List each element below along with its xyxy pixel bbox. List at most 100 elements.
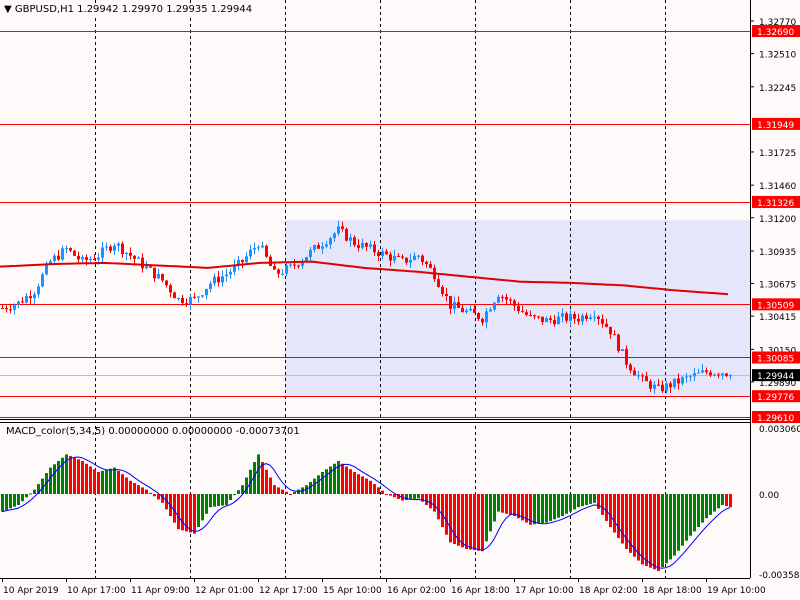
macd-histogram-bar xyxy=(441,494,444,527)
macd-header: MACD_color(5,34,5) 0.00000000 0.00000000… xyxy=(6,426,300,437)
candle-body xyxy=(245,256,248,263)
macd-histogram-bar xyxy=(293,491,296,494)
candle-body xyxy=(285,265,288,274)
candle-body xyxy=(473,308,476,314)
macd-histogram-bar xyxy=(669,494,672,560)
candle-body xyxy=(65,248,68,250)
macd-histogram-bar xyxy=(717,494,720,509)
candle-body xyxy=(85,257,88,261)
macd-tick-label: -0.003586 xyxy=(759,571,800,581)
candle-body xyxy=(141,257,144,269)
macd-histogram-bar xyxy=(141,487,144,494)
candle-body xyxy=(357,245,360,248)
candle-body xyxy=(389,254,392,261)
candle-body xyxy=(549,318,552,320)
macd-histogram-bar xyxy=(85,463,88,494)
macd-histogram-bar xyxy=(589,494,592,504)
macd-histogram-bar xyxy=(561,494,564,516)
candle-body xyxy=(417,255,420,257)
candle-body xyxy=(189,296,192,305)
candle-body xyxy=(361,243,364,248)
macd-histogram-bar xyxy=(229,494,232,501)
macd-histogram-bar xyxy=(109,468,112,494)
macd-histogram-bar xyxy=(481,494,484,552)
price-tick-label: 1.31460 xyxy=(759,182,796,192)
candle-body xyxy=(669,383,672,388)
candle-body xyxy=(77,255,80,260)
candle-body xyxy=(481,318,484,323)
candle-body xyxy=(81,257,84,260)
candle-body xyxy=(225,274,228,277)
candle-body xyxy=(129,252,132,256)
macd-histogram-bar xyxy=(489,494,492,532)
candle-body xyxy=(565,313,568,321)
candle-body xyxy=(613,334,616,336)
candle-body xyxy=(393,255,396,261)
candle-body xyxy=(381,251,384,256)
candle-body xyxy=(665,383,668,392)
macd-histogram-bar xyxy=(569,494,572,512)
candle-body xyxy=(21,301,24,303)
level-price-tag: 1.31949 xyxy=(757,121,794,131)
candle-body xyxy=(41,274,44,287)
time-tick-label: 12 Apr 01:00 xyxy=(195,586,254,596)
macd-histogram-bar xyxy=(117,470,120,494)
candle-body xyxy=(425,261,428,265)
macd-histogram-bar xyxy=(1,494,4,512)
candle-body xyxy=(569,313,572,321)
candle-body xyxy=(689,376,692,378)
candle-body xyxy=(345,228,348,241)
candle-body xyxy=(489,309,492,312)
macd-histogram-bar xyxy=(437,494,440,520)
macd-histogram-bar xyxy=(705,494,708,519)
ohlc-values: 1.29942 1.29970 1.29935 1.29944 xyxy=(77,4,253,15)
candle-body xyxy=(445,293,448,296)
candle-body xyxy=(33,294,36,299)
macd-histogram-bar xyxy=(693,494,696,532)
macd-histogram-bar xyxy=(673,494,676,556)
candle-body xyxy=(37,286,40,295)
macd-histogram-bar xyxy=(173,494,176,523)
macd-histogram-bar xyxy=(125,477,128,494)
macd-histogram-bar xyxy=(533,494,536,525)
candle-body xyxy=(601,318,604,324)
candle-body xyxy=(645,376,648,382)
candle-body xyxy=(557,316,560,325)
macd-tick-label: 0.0030602 xyxy=(759,425,800,435)
macd-histogram-bar xyxy=(5,494,8,510)
candle-body xyxy=(149,266,152,268)
candle-body xyxy=(153,267,156,279)
candle-body xyxy=(673,378,676,388)
candle-body xyxy=(9,309,12,311)
candle-body xyxy=(717,374,720,376)
dropdown-triangle-icon[interactable]: ▼ xyxy=(4,4,12,15)
candle-body xyxy=(373,244,376,253)
macd-histogram-bar xyxy=(581,494,584,507)
candle-body xyxy=(597,316,600,319)
macd-histogram-bar xyxy=(637,494,640,561)
current-price-tag: 1.29944 xyxy=(757,372,794,382)
candle-body xyxy=(161,273,164,281)
candle-body xyxy=(289,264,292,266)
time-tick-label: 18 Apr 02:00 xyxy=(579,586,638,596)
macd-histogram-bar xyxy=(89,466,92,494)
macd-histogram-bar xyxy=(537,494,540,524)
chart-canvas[interactable]: 1.327701.325101.322451.317251.314601.312… xyxy=(0,0,800,600)
candle-body xyxy=(17,301,20,306)
candle-body xyxy=(133,255,136,259)
candle-body xyxy=(649,381,652,389)
macd-histogram-bar xyxy=(265,469,268,494)
macd-histogram-bar xyxy=(209,494,212,508)
candle-body xyxy=(505,296,508,300)
price-tick-label: 1.30935 xyxy=(759,248,796,258)
macd-histogram-bar xyxy=(549,494,552,521)
macd-histogram-bar xyxy=(177,494,180,530)
candle-body xyxy=(165,280,168,286)
candle-body xyxy=(461,307,464,313)
candle-body xyxy=(629,364,632,371)
macd-histogram-bar xyxy=(617,494,620,538)
level-price-tag: 1.29776 xyxy=(757,393,794,403)
candle-body xyxy=(5,308,8,310)
macd-histogram-bar xyxy=(681,494,684,546)
macd-histogram-bar xyxy=(93,469,96,494)
